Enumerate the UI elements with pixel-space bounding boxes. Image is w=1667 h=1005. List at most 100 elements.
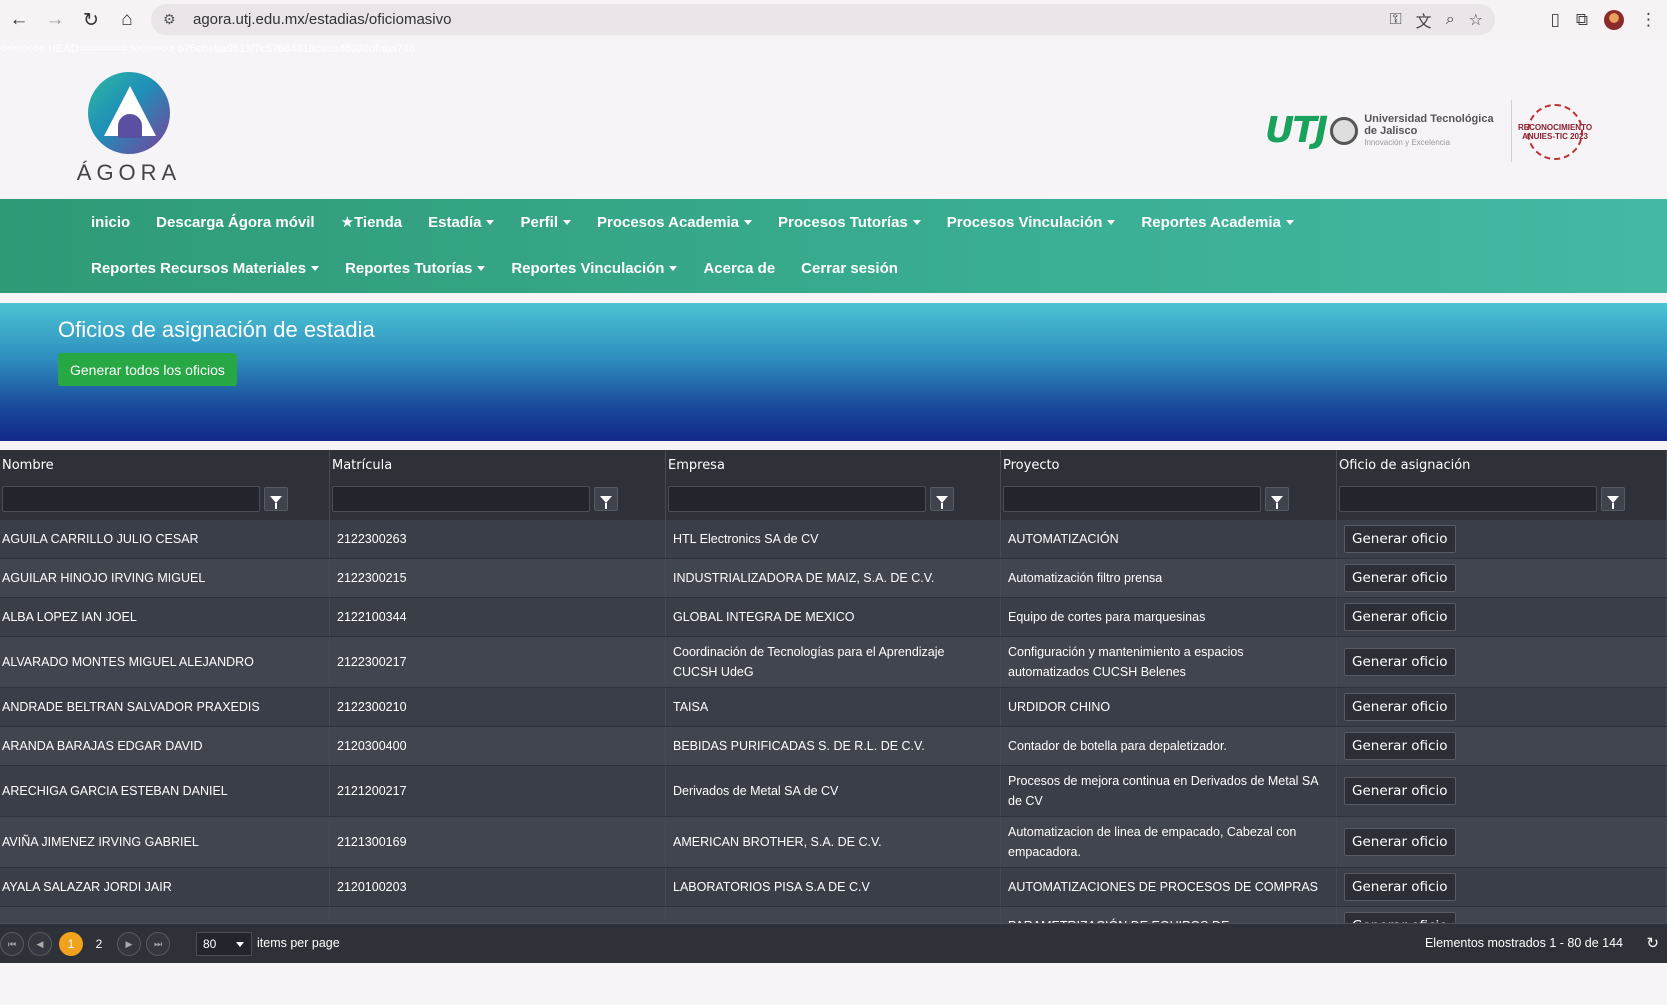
next-page-icon[interactable]: ▶ (117, 932, 141, 956)
reload-icon[interactable]: ↻ (74, 3, 108, 37)
zoom-icon[interactable]: ⌕ (1446, 11, 1455, 29)
column-header-empresa[interactable]: Empresa (666, 450, 1001, 520)
nav-item-reportes-tutorías[interactable]: Reportes Tutorías (332, 260, 498, 277)
generate-oficio-button[interactable]: Generar oficio (1344, 693, 1456, 721)
filter-button-nombre[interactable] (264, 487, 288, 511)
pager-info: Elementos mostrados 1 - 80 de 144 (1424, 936, 1623, 950)
utj-tagline: Innovación y Excelencia (1364, 137, 1451, 147)
nav-item-reportes-academia[interactable]: Reportes Academia (1128, 214, 1307, 231)
filter-input-oficio[interactable] (1339, 486, 1597, 512)
nav-item-procesos-vinculación[interactable]: Procesos Vinculación (934, 214, 1129, 231)
table-row: AYALA SALAZAR JORDI JAIR 2120100203 LABORA… (0, 868, 1667, 907)
generate-oficio-button[interactable]: Generar oficio (1344, 777, 1456, 805)
column-header-proyecto[interactable]: Proyecto (1001, 450, 1337, 520)
browser-menu-icon[interactable]: ⋮ (1640, 10, 1657, 30)
first-page-icon[interactable]: ⏮ (0, 932, 24, 956)
cell-proyecto: URDIDOR CHINO (1008, 688, 1337, 726)
caret-down-icon (912, 219, 921, 225)
cell-proyecto: PARAMETRIZACIÓN DE EQUIPOS DE (1008, 907, 1337, 923)
generate-oficio-button[interactable]: Generar oficio (1344, 828, 1456, 856)
caret-down-icon (1285, 219, 1294, 225)
last-page-icon[interactable]: ⏭ (146, 932, 170, 956)
nav-item-reportes-vinculación[interactable]: Reportes Vinculación (498, 260, 690, 277)
nav-item-label: Perfil (520, 213, 558, 231)
student-name: AGUILA CARRILLO JULIO CESAR (2, 532, 199, 546)
nav-item-acerca-de[interactable]: Acerca de (690, 260, 788, 277)
generate-oficio-button[interactable]: Generar oficio (1344, 525, 1456, 553)
filter-input-proyecto[interactable] (1003, 486, 1261, 512)
nav-item-reportes-recursos-materiales[interactable]: Reportes Recursos Materiales (78, 260, 332, 277)
nav-item-perfil[interactable]: Perfil (507, 214, 584, 231)
bookmark-star-icon[interactable]: ☆ (1469, 10, 1483, 30)
utj-name-line1: Universidad Tecnológica (1364, 112, 1494, 125)
company-line: Coordinación de Tecnologías para el Apre… (673, 645, 945, 659)
generate-oficio-button[interactable]: Generar oficio (1344, 564, 1456, 592)
refresh-icon[interactable]: ↻ (1646, 934, 1659, 952)
translate-icon[interactable]: 文 (1416, 8, 1432, 32)
prev-page-icon[interactable]: ◀ (28, 932, 52, 956)
back-icon[interactable]: ← (2, 3, 36, 37)
filter-button-matricula[interactable] (594, 487, 618, 511)
company-line: AMERICAN BROTHER, S.A. DE C.V. (673, 835, 882, 849)
site-settings-icon[interactable]: ⚙ (163, 11, 187, 28)
filter-input-nombre[interactable] (2, 486, 260, 512)
nav-item-tienda[interactable]: ★Tienda (328, 213, 416, 231)
generate-oficio-button[interactable]: Generar oficio (1344, 732, 1456, 760)
cell-empresa: Derivados de Metal SA de CV (673, 766, 1001, 816)
page-2-button[interactable]: 2 (87, 932, 111, 956)
nav-item-label: inicio (91, 213, 131, 231)
cell-empresa: INDUSTRIALIZADORA DE MAIZ, S.A. DE C.V. (673, 559, 1001, 597)
filter-button-proyecto[interactable] (1265, 487, 1289, 511)
cell-matricula: 2120100203 (337, 868, 666, 906)
cell-empresa: LABORATORIOS PISA S.A DE C.V (673, 868, 1001, 906)
generate-oficio-button[interactable]: Generar oficio (1344, 648, 1456, 676)
filter-input-empresa[interactable] (668, 486, 926, 512)
url-text[interactable]: agora.utj.edu.mx/estadias/oficiomasivo (193, 11, 451, 28)
items-per-page-select[interactable]: 80 (196, 932, 252, 956)
generate-oficio-button[interactable]: Generar oficio (1344, 912, 1456, 923)
profile-avatar-icon[interactable] (1604, 10, 1624, 30)
grid-body: AGUILA CARRILLO JULIO CESAR 2122300263 HTL… (0, 520, 1667, 923)
reading-list-icon[interactable]: ▯ (1551, 10, 1560, 30)
cell-empresa: BEBIDAS PURIFICADAS S. DE R.L. DE C.V. (673, 727, 1001, 765)
column-title: Oficio de asignación (1339, 458, 1471, 473)
extensions-icon[interactable]: ⧉ (1576, 10, 1588, 30)
cell-matricula (337, 907, 666, 923)
cell-oficio: Generar oficio (1344, 637, 1667, 687)
cell-empresa: TAISA (673, 688, 1001, 726)
page-1-button[interactable]: 1 (59, 932, 83, 956)
forward-icon[interactable]: → (38, 3, 72, 37)
column-header-nombre[interactable]: Nombre (0, 450, 330, 520)
generate-oficio-button[interactable]: Generar oficio (1344, 873, 1456, 901)
home-icon[interactable]: ⌂ (110, 3, 144, 37)
agora-logo[interactable]: ÁGORA (74, 72, 184, 187)
cell-proyecto: Automatización filtro prensa (1008, 559, 1337, 597)
filter-button-empresa[interactable] (930, 487, 954, 511)
nav-item-estadía[interactable]: Estadía (415, 214, 507, 231)
cell-matricula: 2121300169 (337, 817, 666, 867)
cell-empresa: HTL Electronics SA de CV (673, 520, 1001, 558)
nav-item-procesos-academia[interactable]: Procesos Academia (584, 214, 765, 231)
nav-item-inicio[interactable]: inicio (78, 214, 143, 231)
project-line: Procesos de mejora continua en Derivados… (1008, 774, 1319, 788)
generate-oficio-button[interactable]: Generar oficio (1344, 603, 1456, 631)
cell-proyecto: Configuración y mantenimiento a espacios… (1008, 637, 1337, 687)
cell-proyecto: Equipo de cortes para marquesinas (1008, 598, 1337, 636)
address-bar[interactable]: ⚙ agora.utj.edu.mx/estadias/oficiomasivo… (151, 4, 1495, 35)
cell-nombre: AVIÑA JIMENEZ IRVING GABRIEL (2, 817, 330, 867)
cell-oficio: Generar oficio (1344, 598, 1667, 636)
key-icon[interactable]: ⚿ (1389, 11, 1401, 29)
nav-item-procesos-tutorías[interactable]: Procesos Tutorías (765, 214, 934, 231)
cell-matricula: 2122300217 (337, 637, 666, 687)
cell-nombre: AGUILAR HINOJO IRVING MIGUEL (2, 559, 330, 597)
utj-name-line2: de Jalisco (1364, 124, 1418, 137)
column-header-matricula[interactable]: Matrícula (330, 450, 666, 520)
nav-item-descarga-ágora-móvil[interactable]: Descarga Ágora móvil (143, 214, 327, 231)
nav-row-1: inicio Descarga Ágora móvil ★Tienda Estadía… (78, 199, 1307, 245)
nav-item-cerrar-sesión[interactable]: Cerrar sesión (788, 260, 911, 277)
filter-input-matricula[interactable] (332, 486, 590, 512)
column-header-oficio[interactable]: Oficio de asignación (1337, 450, 1667, 520)
student-name: ALBA LOPEZ IAN JOEL (2, 610, 137, 624)
filter-button-oficio[interactable] (1601, 487, 1625, 511)
generate-all-button[interactable]: Generar todos los oficios (58, 353, 237, 386)
